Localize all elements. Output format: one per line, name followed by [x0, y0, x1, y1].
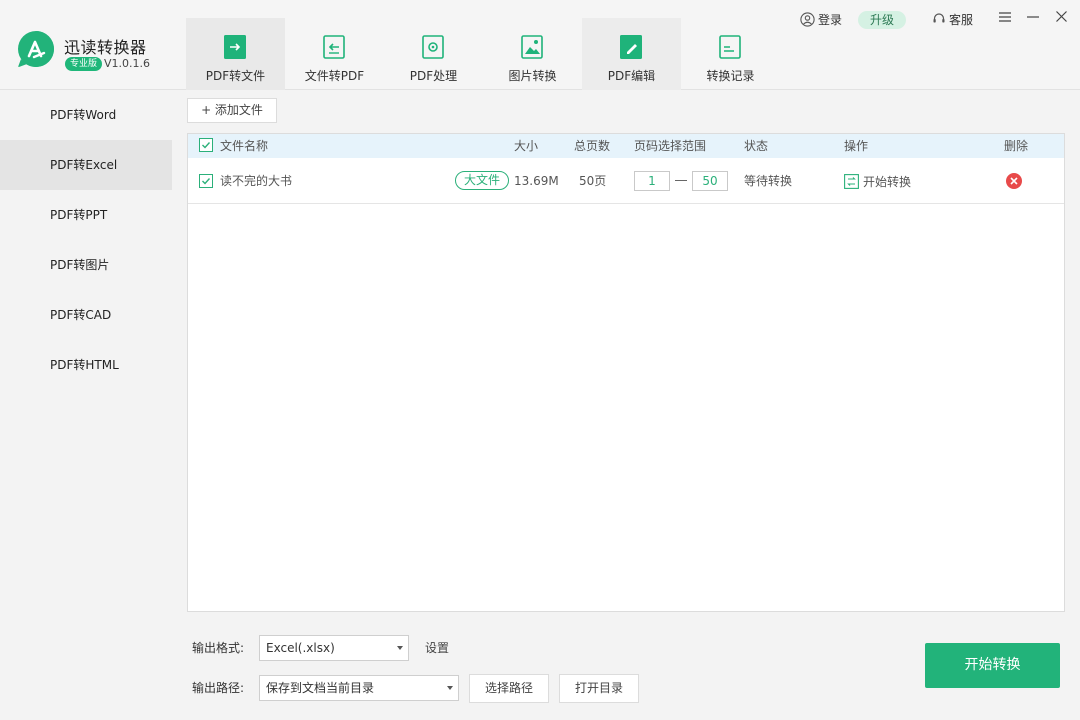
pdf-process-icon: [422, 35, 444, 59]
row-action-label: 开始转换: [863, 174, 912, 189]
col-range: 页码选择范围: [634, 139, 707, 153]
delete-icon[interactable]: [1006, 173, 1022, 189]
select-all-checkbox[interactable]: [199, 138, 213, 152]
add-file-button[interactable]: + 添加文件: [187, 98, 277, 123]
history-icon: [719, 35, 741, 59]
sidebar-item-pdf-to-excel[interactable]: PDF转Excel: [0, 140, 172, 190]
row-checkbox[interactable]: [199, 174, 213, 188]
upgrade-button[interactable]: 升级: [858, 11, 906, 29]
choose-path-button[interactable]: 选择路径: [469, 674, 549, 703]
col-name: 文件名称: [220, 139, 269, 153]
close-icon[interactable]: [1052, 8, 1070, 28]
tab-pdf-edit[interactable]: PDF编辑: [582, 18, 681, 90]
file-import-icon: [323, 35, 345, 59]
col-size: 大小: [514, 139, 539, 153]
tab-file-to-pdf[interactable]: 文件转PDF: [285, 18, 384, 90]
sidebar-item-pdf-to-image[interactable]: PDF转图片: [0, 240, 172, 290]
tab-label: PDF编辑: [607, 69, 656, 83]
edition-badge: 专业版: [65, 57, 103, 71]
pdf-export-icon: [224, 35, 246, 59]
tab-label: 转换记录: [706, 69, 755, 83]
service-label: 客服: [949, 12, 974, 27]
login-button[interactable]: 登录: [800, 10, 842, 28]
col-delete: 删除: [1004, 139, 1029, 153]
sidebar-item-pdf-to-ppt[interactable]: PDF转PPT: [0, 190, 172, 240]
user-icon: [800, 11, 815, 27]
tab-image-convert[interactable]: 图片转换: [483, 18, 582, 90]
file-table: 文件名称 大小 总页数 页码选择范围 状态 操作 删除 读不完的大书 大文件 1…: [187, 133, 1065, 612]
col-status: 状态: [744, 139, 769, 153]
tab-history[interactable]: 转换记录: [681, 18, 780, 90]
app-logo-icon: [18, 31, 54, 67]
output-path-value: 保存到文档当前目录: [266, 681, 375, 695]
tab-label: 文件转PDF: [304, 69, 365, 83]
pdf-edit-icon: [620, 35, 642, 59]
sidebar: PDF转Word PDF转Excel PDF转PPT PDF转图片 PDF转CA…: [0, 90, 172, 720]
sidebar-item-pdf-to-word[interactable]: PDF转Word: [0, 90, 172, 140]
col-pages: 总页数: [574, 139, 611, 153]
file-size: 13.69M: [514, 174, 559, 188]
minimize-icon[interactable]: [1024, 8, 1042, 28]
output-format-value: Excel(.xlsx): [266, 641, 335, 655]
app-title: 迅读转换器: [64, 38, 147, 57]
headset-icon: [933, 13, 945, 23]
table-row: 读不完的大书 大文件 13.69M 50页 1 50 等待转换 开始转换: [188, 158, 1064, 204]
file-name: 读不完的大书: [220, 174, 293, 188]
customer-service-button[interactable]: 客服: [932, 10, 973, 28]
tab-label: PDF转文件: [205, 69, 266, 83]
start-convert-button[interactable]: 开始转换: [925, 643, 1060, 688]
page-range-to-input[interactable]: 50: [692, 171, 728, 191]
output-format-select[interactable]: Excel(.xlsx): [259, 635, 409, 661]
tab-pdf-process[interactable]: PDF处理: [384, 18, 483, 90]
image-convert-icon: [521, 35, 543, 59]
convert-icon: [844, 173, 859, 189]
row-start-convert-button[interactable]: 开始转换: [844, 158, 911, 204]
file-status: 等待转换: [744, 174, 793, 188]
tab-pdf-to-file[interactable]: PDF转文件: [186, 18, 285, 90]
chevron-down-icon: [447, 686, 453, 690]
sidebar-item-pdf-to-cad[interactable]: PDF转CAD: [0, 290, 172, 340]
big-file-badge: 大文件: [455, 171, 509, 190]
output-path-select[interactable]: 保存到文档当前目录: [259, 675, 459, 701]
output-path-label: 输出路径:: [192, 681, 245, 695]
file-pages: 50页: [579, 174, 607, 188]
page-range-from-input[interactable]: 1: [634, 171, 670, 191]
settings-link[interactable]: 设置: [425, 637, 449, 659]
open-directory-button[interactable]: 打开目录: [559, 674, 639, 703]
app-version: V1.0.1.6: [104, 57, 151, 70]
hamburger-icon[interactable]: [996, 8, 1014, 28]
range-separator: [675, 180, 687, 181]
tab-label: 图片转换: [508, 69, 557, 83]
title-bar: 迅读转换器 专业版 V1.0.1.6 PDF转文件 文件转PDF PDF处理 图…: [0, 0, 1080, 90]
chevron-down-icon: [397, 646, 403, 650]
output-format-label: 输出格式:: [192, 641, 245, 655]
col-action: 操作: [844, 139, 869, 153]
table-header: 文件名称 大小 总页数 页码选择范围 状态 操作 删除: [188, 134, 1064, 158]
main-tabs: PDF转文件 文件转PDF PDF处理 图片转换 PDF编辑 转换记录: [186, 18, 780, 90]
tab-label: PDF处理: [409, 69, 458, 83]
main-panel: + 添加文件 文件名称 大小 总页数 页码选择范围 状态 操作 删除 读不完的大…: [172, 90, 1080, 720]
login-label: 登录: [818, 12, 843, 27]
sidebar-item-pdf-to-html[interactable]: PDF转HTML: [0, 340, 172, 390]
